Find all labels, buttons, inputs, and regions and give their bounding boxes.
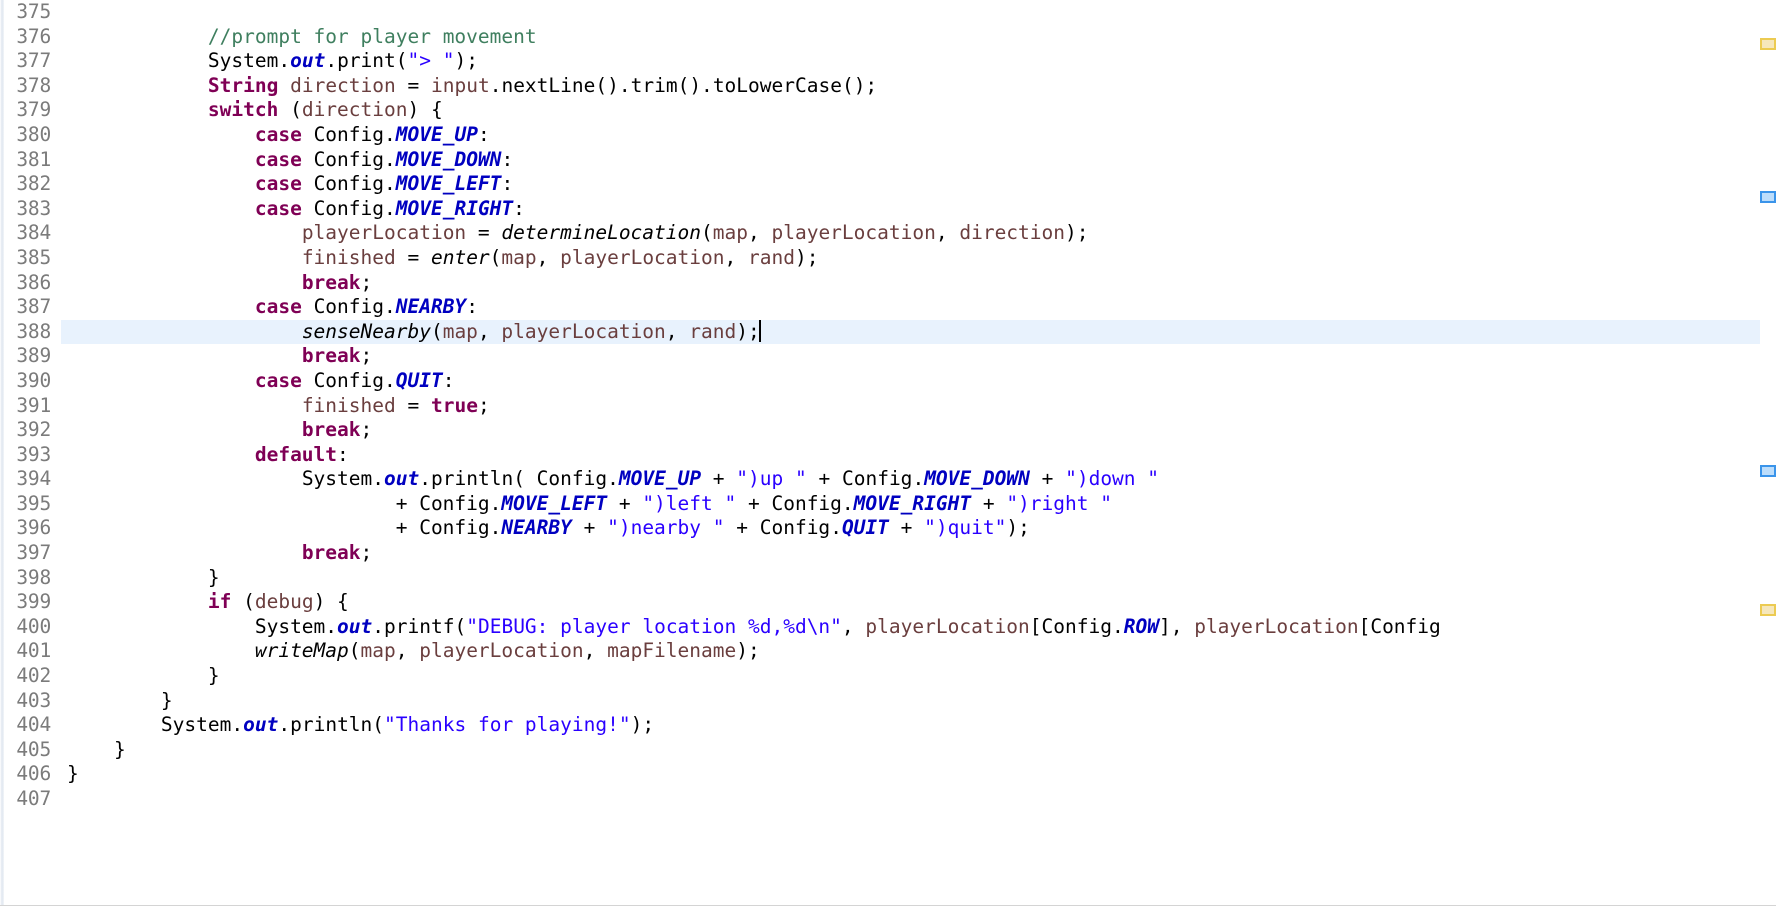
line-number: 406: [16, 762, 51, 786]
line-number: 399: [16, 590, 51, 614]
code-line[interactable]: writeMap(map, playerLocation, mapFilenam…: [61, 639, 1776, 664]
code-line[interactable]: break;: [61, 271, 1776, 296]
code-line[interactable]: finished = enter(map, playerLocation, ra…: [61, 246, 1776, 271]
code-line[interactable]: playerLocation = determineLocation(map, …: [61, 221, 1776, 246]
code-line[interactable]: }: [61, 738, 1776, 763]
code-line[interactable]: System.out.println( Config.MOVE_UP + ")u…: [61, 467, 1776, 492]
code-line[interactable]: default:: [61, 443, 1776, 468]
line-number: 384: [16, 221, 51, 245]
occurrence-marker-icon[interactable]: [1760, 465, 1776, 477]
code-line[interactable]: break;: [61, 344, 1776, 369]
line-number: 395: [16, 491, 51, 515]
code-line[interactable]: finished = true;: [61, 394, 1776, 419]
code-editor[interactable]: 375 376 377 378 379 380 381 382 383 384 385 386 387 3…: [0, 0, 1776, 921]
line-number-gutter[interactable]: 375 376 377 378 379 380 381 382 383 384 385 386 387 3…: [0, 0, 61, 921]
code-line[interactable]: //prompt for player movement: [61, 25, 1776, 50]
line-number: 388: [16, 319, 51, 343]
code-line[interactable]: System.out.printf("DEBUG: player locatio…: [61, 615, 1776, 640]
code-line[interactable]: case Config.MOVE_RIGHT:: [61, 197, 1776, 222]
line-number: 391: [16, 393, 51, 417]
code-line[interactable]: String direction = input.nextLine().trim…: [61, 74, 1776, 99]
code-line[interactable]: switch (direction) {: [61, 98, 1776, 123]
code-line[interactable]: [61, 787, 1776, 812]
code-line[interactable]: + Config.MOVE_LEFT + ")left " + Config.M…: [61, 492, 1776, 517]
line-number: 379: [16, 98, 51, 122]
code-line[interactable]: senseNearby(map, playerLocation, rand);: [61, 319, 1776, 345]
code-line[interactable]: case Config.MOVE_LEFT:: [61, 172, 1776, 197]
warning-marker-icon[interactable]: [1760, 604, 1776, 616]
line-number: 402: [16, 664, 51, 688]
line-number: 376: [16, 24, 51, 48]
code-line[interactable]: }: [61, 762, 1776, 787]
line-number: 381: [16, 147, 51, 171]
line-number: 401: [16, 639, 51, 663]
text-caret: [758, 319, 761, 342]
overview-ruler[interactable]: [1760, 0, 1776, 905]
line-number: 380: [16, 122, 51, 146]
horizontal-scrollbar[interactable]: [0, 905, 1776, 921]
line-number: 398: [16, 565, 51, 589]
line-number: 389: [16, 344, 51, 368]
code-line[interactable]: case Config.MOVE_DOWN:: [61, 148, 1776, 173]
line-number-list: 375 376 377 378 379 380 381 382 383 384 385 386 387 3…: [0, 0, 61, 812]
code-line[interactable]: }: [61, 664, 1776, 689]
code-line[interactable]: case Config.NEARBY:: [61, 295, 1776, 320]
code-line[interactable]: break;: [61, 541, 1776, 566]
line-number: 387: [16, 295, 51, 319]
line-number: 382: [16, 172, 51, 196]
code-line[interactable]: System.out.println("Thanks for playing!"…: [61, 713, 1776, 738]
line-number: 404: [16, 713, 51, 737]
code-line[interactable]: }: [61, 566, 1776, 591]
line-number: 390: [16, 368, 51, 392]
line-number: 400: [16, 614, 51, 638]
code-line[interactable]: break;: [61, 418, 1776, 443]
code-line[interactable]: }: [61, 689, 1776, 714]
horizontal-scrollbar-thumb[interactable]: [0, 908, 1090, 919]
code-line-list[interactable]: //prompt for player movement System.out.…: [61, 0, 1776, 812]
line-number: 405: [16, 737, 51, 761]
line-number: 394: [16, 467, 51, 491]
code-text-area[interactable]: //prompt for player movement System.out.…: [61, 0, 1776, 921]
line-number: 393: [16, 442, 51, 466]
code-line[interactable]: [61, 0, 1776, 25]
code-line[interactable]: case Config.QUIT:: [61, 369, 1776, 394]
line-number: 392: [16, 418, 51, 442]
line-number: 403: [16, 688, 51, 712]
line-number: 375: [16, 0, 51, 23]
code-line[interactable]: System.out.print("> ");: [61, 49, 1776, 74]
code-line[interactable]: if (debug) {: [61, 590, 1776, 615]
line-number: 385: [16, 245, 51, 269]
code-line[interactable]: case Config.MOVE_UP:: [61, 123, 1776, 148]
code-line[interactable]: + Config.NEARBY + ")nearby " + Config.QU…: [61, 516, 1776, 541]
warning-marker-icon[interactable]: [1760, 38, 1776, 50]
occurrence-marker-icon[interactable]: [1760, 191, 1776, 203]
line-number: 396: [16, 516, 51, 540]
line-number: 407: [16, 787, 51, 810]
line-number: 377: [16, 49, 51, 73]
gutter-edge-divider: [0, 0, 4, 921]
line-number: 378: [16, 73, 51, 97]
line-number: 383: [16, 196, 51, 220]
line-number: 397: [16, 541, 51, 565]
line-number: 386: [16, 270, 51, 294]
